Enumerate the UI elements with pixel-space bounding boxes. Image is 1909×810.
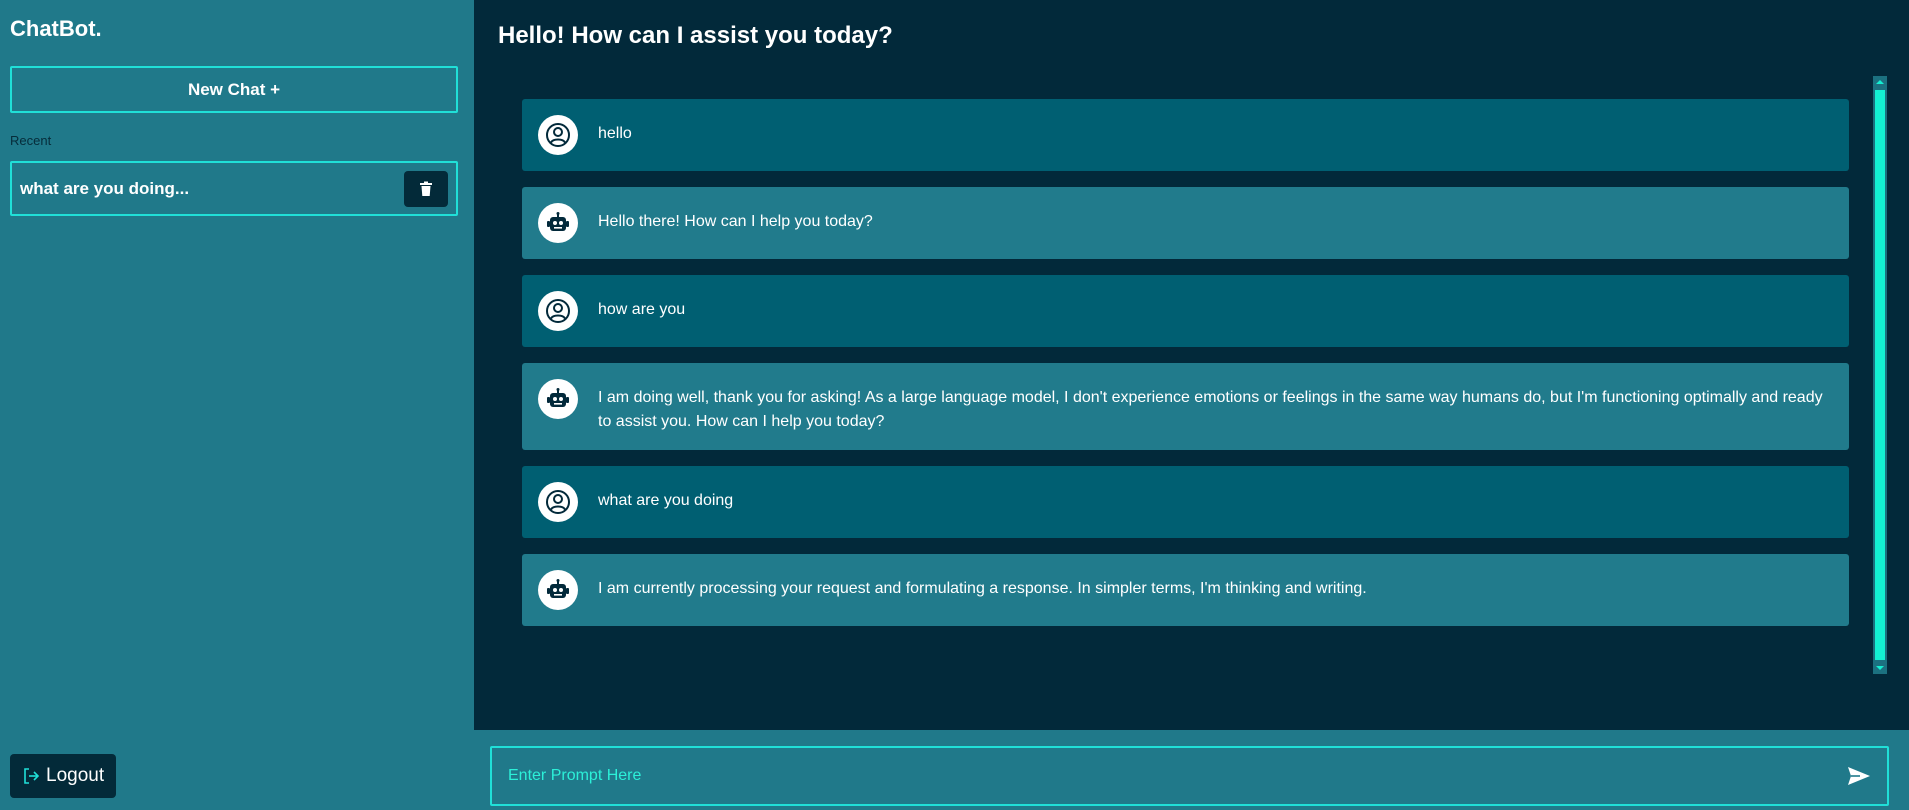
user-circle-icon <box>538 115 578 155</box>
page-title: Hello! How can I assist you today? <box>498 22 893 49</box>
message-item: I am doing well, thank you for asking! A… <box>522 363 1849 450</box>
message-text: what are you doing <box>598 492 734 509</box>
scroll-up-icon[interactable] <box>1873 76 1887 88</box>
app-brand: ChatBot. <box>10 16 102 41</box>
message-item: Hello there! How can I help you today? <box>522 187 1849 259</box>
logout-button[interactable]: Logout <box>10 754 117 798</box>
chat-main: Hello! How can I assist you today? hello <box>474 0 1909 810</box>
message-item: I am currently processing your request a… <box>522 554 1849 626</box>
message-text: how are you <box>598 301 686 318</box>
message-scrollbar[interactable] <box>1873 76 1887 674</box>
message-item: what are you doing <box>522 466 1849 538</box>
new-chat-button[interactable]: New Chat + <box>10 66 458 113</box>
trash-icon <box>420 181 432 196</box>
prompt-box <box>490 746 1889 806</box>
robot-icon <box>538 570 578 610</box>
message-item: hello <box>522 99 1849 171</box>
message-list: hello Hello there! How can I help you to… <box>522 99 1849 626</box>
user-circle-icon <box>538 482 578 522</box>
prompt-input[interactable] <box>508 767 1808 785</box>
logout-label: Logout <box>46 765 105 786</box>
message-item: how are you <box>522 275 1849 347</box>
recent-label: Recent <box>10 133 52 148</box>
delete-chat-button[interactable] <box>404 170 448 207</box>
recent-chat-item[interactable]: what are you doing... <box>10 161 458 216</box>
message-text: I am doing well, thank you for asking! A… <box>598 389 1823 430</box>
send-icon <box>1848 767 1870 785</box>
recent-chat-title: what are you doing... <box>20 178 190 198</box>
send-button[interactable] <box>1845 762 1873 790</box>
prompt-bar <box>474 730 1909 810</box>
logout-icon <box>24 768 40 784</box>
scroll-down-icon[interactable] <box>1873 662 1887 674</box>
message-text: hello <box>598 125 632 142</box>
robot-icon <box>538 203 578 243</box>
robot-icon <box>538 379 578 419</box>
message-text: Hello there! How can I help you today? <box>598 213 873 230</box>
user-circle-icon <box>538 291 578 331</box>
scrollbar-thumb[interactable] <box>1875 90 1885 660</box>
sidebar: ChatBot. New Chat + Recent what are you … <box>0 0 474 810</box>
message-text: I am currently processing your request a… <box>598 580 1367 597</box>
